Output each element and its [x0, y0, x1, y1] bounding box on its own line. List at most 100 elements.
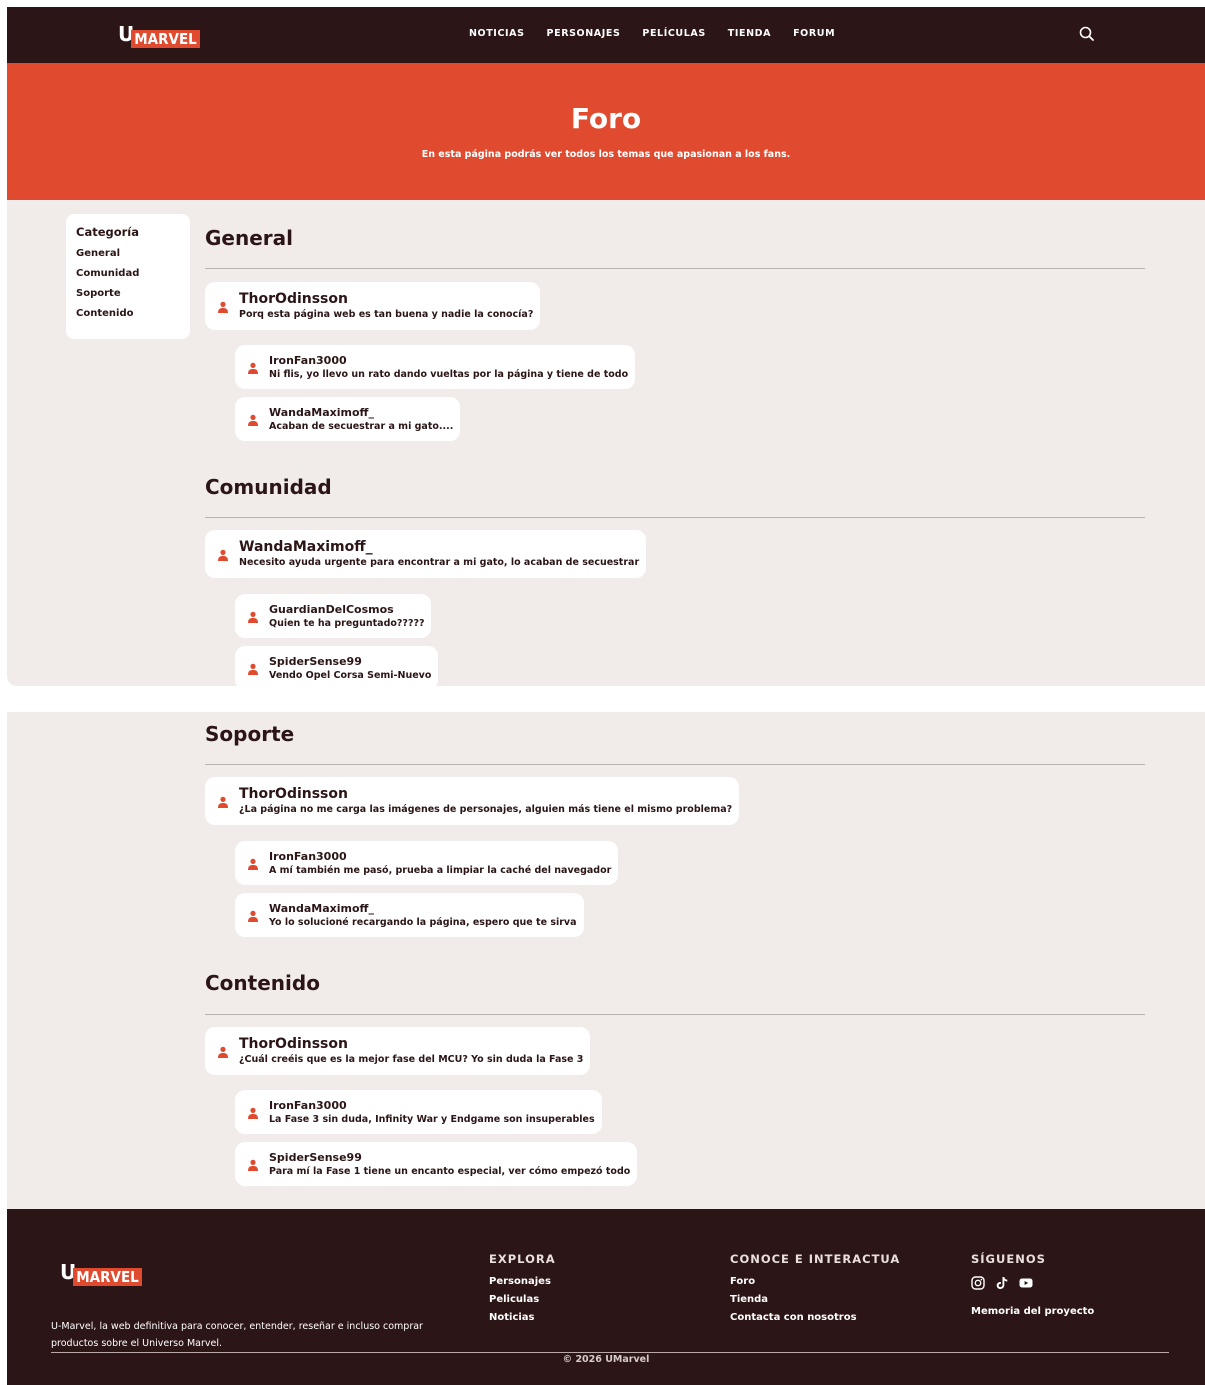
footer-link-peliculas[interactable]: Peliculas [489, 1294, 556, 1305]
top-navbar: U MARVEL NOTICIAS PERSONAJES PELÍCULAS T… [7, 7, 1205, 63]
forum-post[interactable]: ThorOdinsson Porq esta página web es tan… [205, 282, 541, 330]
nav-peliculas[interactable]: PELÍCULAS [642, 28, 705, 39]
footer-col-siguenos: SÍGUENOS Memoria del proyecto [971, 1252, 1094, 1324]
footer-col-conoce: CONOCE E INTERACTUA Foro Tienda Contacta… [730, 1252, 900, 1330]
section-divider [205, 517, 1145, 518]
forum-reply[interactable]: WandaMaximoff_ Acaban de secuestrar a mi… [235, 397, 461, 441]
section-title-general: General [205, 226, 293, 250]
reply-author: SpiderSense99 [269, 654, 362, 668]
section-divider [205, 1014, 1145, 1015]
search-icon[interactable] [1078, 25, 1096, 43]
user-icon [248, 910, 258, 922]
main-nav: NOTICIAS PERSONAJES PELÍCULAS TIENDA FOR… [469, 28, 835, 39]
user-icon [248, 362, 258, 374]
forum-post[interactable]: ThorOdinsson ¿Cuál creéis que es la mejo… [205, 1027, 591, 1075]
social-icons [971, 1276, 1094, 1290]
reply-author: WandaMaximoff_ [269, 901, 374, 915]
footer-link-personajes[interactable]: Personajes [489, 1276, 556, 1287]
footer-heading: EXPLORA [489, 1252, 556, 1266]
reply-author: WandaMaximoff_ [269, 405, 374, 419]
footer-col-explora: EXPLORA Personajes Peliculas Noticias [489, 1252, 556, 1330]
forum-post[interactable]: ThorOdinsson ¿La página no me carga las … [205, 777, 740, 825]
reply-text: Vendo Opel Corsa Semi-Nuevo [269, 669, 432, 681]
nav-tienda[interactable]: TIENDA [728, 28, 771, 39]
reply-text: A mí también me pasó, prueba a limpiar l… [269, 864, 612, 876]
user-icon [248, 858, 258, 870]
reply-author: IronFan3000 [269, 849, 347, 863]
post-text: ¿Cuál creéis que es la mejor fase del MC… [239, 1054, 584, 1065]
forum-page-bottom: Soporte ThorOdinsson ¿La página no me ca… [7, 712, 1205, 1385]
category-sidebar: Categoría General Comunidad Soporte Cont… [66, 214, 190, 339]
reply-text: Yo lo solucioné recargando la página, es… [269, 916, 577, 928]
user-icon [218, 301, 228, 313]
forum-reply[interactable]: IronFan3000 A mí también me pasó, prueba… [235, 841, 619, 885]
post-author: ThorOdinsson [239, 1036, 348, 1052]
sidebar-item-general[interactable]: General [76, 248, 180, 259]
post-author: WandaMaximoff_ [239, 539, 373, 555]
user-icon [248, 1159, 258, 1171]
footer-divider [51, 1352, 1169, 1353]
forum-reply[interactable]: GuardianDelCosmos Quien te ha preguntado… [235, 594, 432, 638]
page-subtitle: En esta página podrás ver todos los tema… [421, 149, 791, 160]
forum-reply[interactable]: WandaMaximoff_ Yo lo solucioné recargand… [235, 893, 584, 937]
sidebar-item-contenido[interactable]: Contenido [76, 308, 180, 319]
reply-text: Ni flis, yo llevo un rato dando vueltas … [269, 368, 629, 380]
reply-author: GuardianDelCosmos [269, 602, 394, 616]
footer-logo[interactable]: U MARVEL [60, 1262, 142, 1286]
logo-marvel: MARVEL [131, 30, 200, 48]
forum-reply[interactable]: IronFan3000 La Fase 3 sin duda, Infinity… [235, 1090, 602, 1134]
section-divider [205, 764, 1145, 765]
user-icon [248, 414, 258, 426]
reply-text: Quien te ha preguntado????? [269, 617, 425, 629]
post-author: ThorOdinsson [239, 786, 348, 802]
nav-noticias[interactable]: NOTICIAS [469, 28, 525, 39]
user-icon [248, 611, 258, 623]
footer-heading: SÍGUENOS [971, 1252, 1046, 1266]
section-title-comunidad: Comunidad [205, 475, 332, 499]
sidebar-item-soporte[interactable]: Soporte [76, 288, 180, 299]
forum-reply[interactable]: SpiderSense99 Vendo Opel Corsa Semi-Nuev… [235, 646, 439, 686]
post-text: ¿La página no me carga las imágenes de p… [239, 804, 733, 815]
forum-page-top: U MARVEL NOTICIAS PERSONAJES PELÍCULAS T… [7, 7, 1205, 686]
reply-author: IronFan3000 [269, 1098, 347, 1112]
reply-text: Acaban de secuestrar a mi gato.... [269, 420, 454, 432]
section-title-contenido: Contenido [205, 971, 320, 995]
logo-marvel: MARVEL [73, 1268, 142, 1286]
user-icon [218, 1046, 228, 1058]
user-icon [218, 549, 228, 561]
page-title: Foro [570, 102, 642, 135]
forum-reply[interactable]: IronFan3000 Ni flis, yo llevo un rato da… [235, 345, 636, 389]
footer-link-memoria[interactable]: Memoria del proyecto [971, 1306, 1094, 1317]
reply-text: Para mí la Fase 1 tiene un encanto espec… [269, 1165, 631, 1177]
forum-reply[interactable]: SpiderSense99 Para mí la Fase 1 tiene un… [235, 1142, 638, 1186]
sidebar-title: Categoría [76, 225, 140, 239]
site-footer: U MARVEL U-Marvel, la web definitiva par… [7, 1209, 1205, 1385]
sidebar-item-comunidad[interactable]: Comunidad [76, 268, 180, 279]
instagram-icon[interactable] [971, 1276, 985, 1290]
user-icon [218, 796, 228, 808]
reply-text: La Fase 3 sin duda, Infinity War y Endga… [269, 1113, 595, 1125]
reply-author: SpiderSense99 [269, 1150, 362, 1164]
section-title-soporte: Soporte [205, 722, 295, 746]
footer-heading: CONOCE E INTERACTUA [730, 1252, 901, 1266]
footer-link-noticias[interactable]: Noticias [489, 1312, 556, 1323]
youtube-icon[interactable] [1019, 1276, 1033, 1290]
post-text: Necesito ayuda urgente para encontrar a … [239, 557, 640, 568]
user-icon [248, 1107, 258, 1119]
footer-description: U-Marvel, la web definitiva para conocer… [51, 1321, 423, 1349]
nav-forum[interactable]: FORUM [793, 28, 835, 39]
nav-personajes[interactable]: PERSONAJES [547, 28, 621, 39]
forum-post[interactable]: WandaMaximoff_ Necesito ayuda urgente pa… [205, 530, 647, 578]
post-author: ThorOdinsson [239, 291, 348, 307]
post-text: Porq esta página web es tan buena y nadi… [239, 309, 534, 320]
copyright: © 2026 UMarvel [562, 1354, 650, 1365]
footer-link-tienda[interactable]: Tienda [730, 1294, 900, 1305]
footer-link-contacto[interactable]: Contacta con nosotros [730, 1312, 900, 1323]
section-divider [205, 268, 1145, 269]
umarvel-logo[interactable]: U MARVEL [118, 24, 200, 48]
tiktok-icon[interactable] [995, 1276, 1009, 1290]
reply-author: IronFan3000 [269, 353, 347, 367]
footer-link-foro[interactable]: Foro [730, 1276, 900, 1287]
hero-banner: Foro En esta página podrás ver todos los… [7, 63, 1205, 200]
user-icon [248, 663, 258, 675]
